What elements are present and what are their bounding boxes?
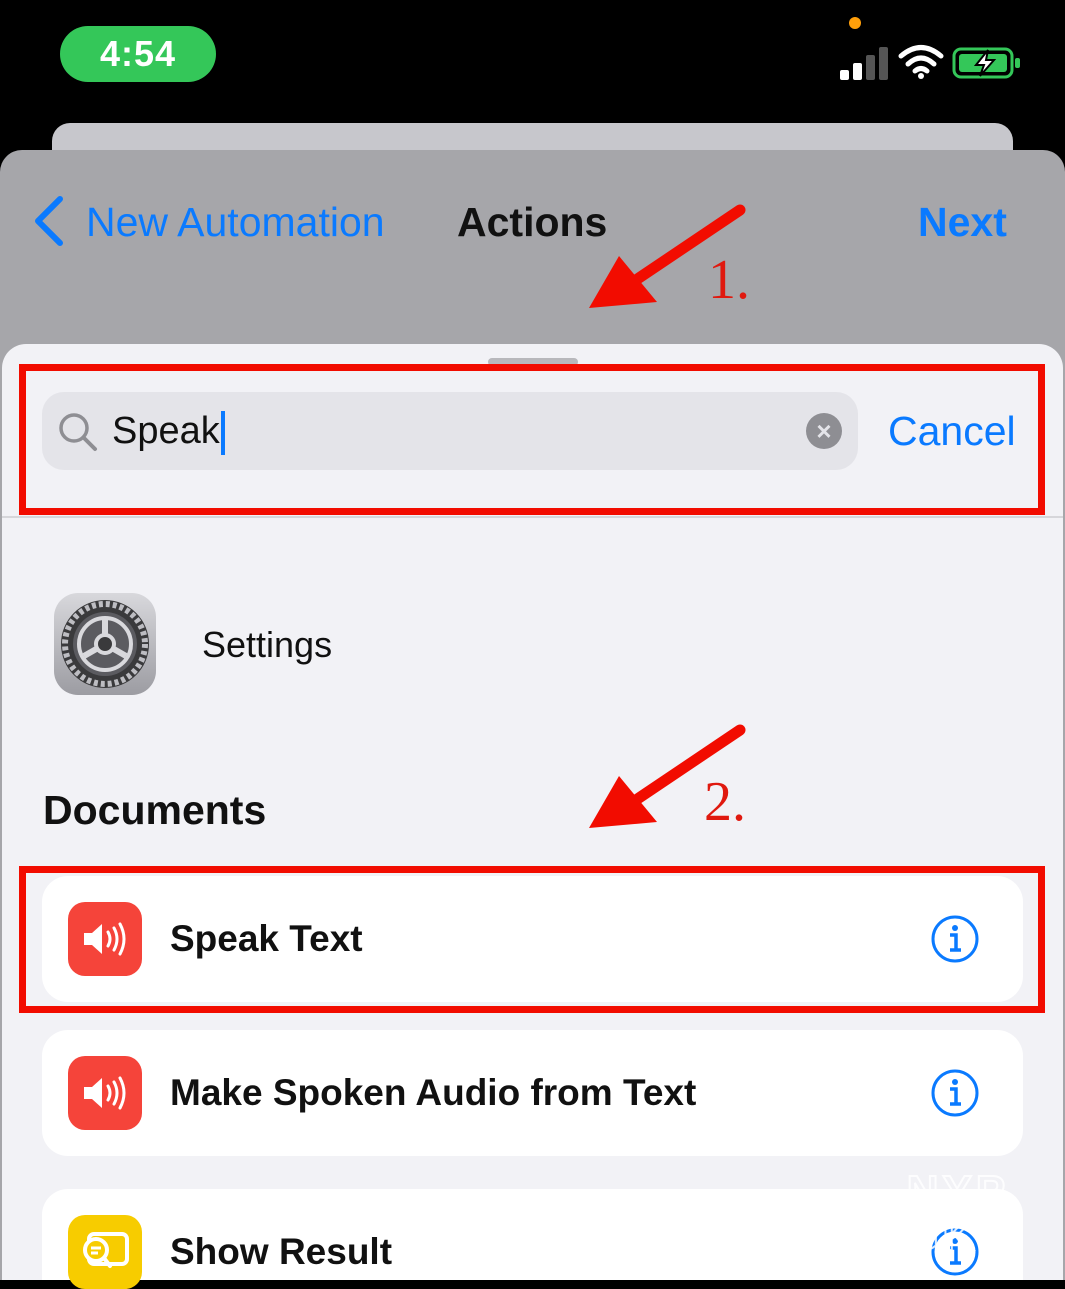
back-button[interactable]: New Automation <box>86 196 385 248</box>
svg-text:NYP: NYP <box>907 1168 1009 1216</box>
show-result-icon <box>68 1215 142 1289</box>
settings-gear-icon[interactable] <box>54 593 156 695</box>
action-row-show-result[interactable]: Show Result <box>42 1189 1023 1289</box>
cellular-signal-icon <box>840 47 888 80</box>
action-label: Make Spoken Audio from Text <box>170 1072 697 1113</box>
wifi-icon <box>898 45 944 79</box>
search-divider <box>2 516 1063 518</box>
watermark-logo: NYP GKS <box>903 1168 1011 1254</box>
speaker-icon <box>68 1056 142 1130</box>
status-time: 4:54 <box>60 26 216 82</box>
chevron-left-icon[interactable] <box>30 193 70 249</box>
settings-app-label[interactable]: Settings <box>202 622 332 668</box>
svg-text:GKS: GKS <box>904 1211 1011 1254</box>
battery-charging-icon <box>952 47 1020 79</box>
privacy-indicator-dot <box>849 17 861 29</box>
info-icon[interactable] <box>930 1068 980 1118</box>
annotation-label-2: 2. <box>704 771 746 833</box>
action-label: Show Result <box>170 1231 393 1272</box>
action-row-make-spoken-audio[interactable]: Make Spoken Audio from Text <box>42 1030 1023 1156</box>
section-header-documents: Documents <box>43 787 267 833</box>
next-button[interactable]: Next <box>918 196 1007 248</box>
annotation-box-speak-text <box>19 866 1045 1013</box>
annotation-box-search <box>19 364 1045 515</box>
annotation-label-1: 1. <box>708 249 750 311</box>
gear-icon <box>61 600 149 688</box>
